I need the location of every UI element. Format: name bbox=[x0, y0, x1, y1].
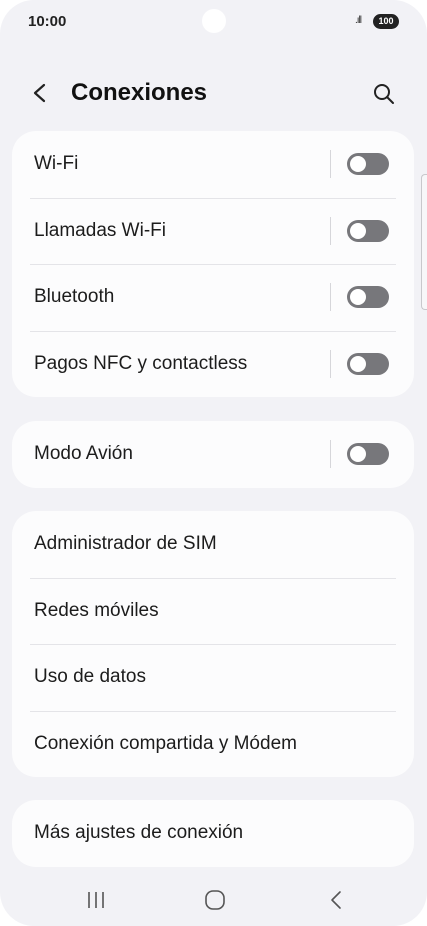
list-item-label: Pagos NFC y contactless bbox=[34, 352, 248, 374]
list-item-nfc[interactable]: Pagos NFC y contactless bbox=[12, 330, 414, 398]
toggle-knob bbox=[350, 446, 366, 463]
nav-back-button[interactable] bbox=[315, 882, 355, 916]
home-icon bbox=[205, 890, 225, 910]
page-title: Conexiones bbox=[71, 79, 208, 106]
row-divider bbox=[330, 349, 331, 378]
search-button[interactable] bbox=[366, 76, 402, 112]
list-item-label: Modo Avión bbox=[34, 443, 133, 465]
search-icon bbox=[374, 84, 394, 104]
phone-screen: 10:00 .ıll 100 Conexiones Wi-Fi Llamadas… bbox=[0, 0, 427, 926]
wifi-toggle[interactable] bbox=[347, 153, 389, 176]
status-time: 10:00 bbox=[28, 13, 67, 30]
list-item-label: Uso de datos bbox=[34, 666, 146, 688]
nfc-toggle[interactable] bbox=[347, 352, 389, 375]
app-header: Conexiones bbox=[0, 70, 427, 116]
navigation-bar bbox=[0, 872, 427, 926]
status-bar: 10:00 .ıll 100 bbox=[0, 0, 427, 44]
list-item-airplane-mode[interactable]: Modo Avión bbox=[12, 421, 414, 488]
toggle-knob bbox=[350, 355, 366, 372]
list-item-label: Conexión compartida y Módem bbox=[34, 732, 297, 754]
list-item-label: Bluetooth bbox=[34, 286, 115, 308]
row-divider bbox=[330, 150, 331, 179]
list-item-sim-manager[interactable]: Administrador de SIM bbox=[12, 511, 414, 578]
row-divider bbox=[330, 283, 331, 312]
row-divider bbox=[330, 216, 331, 245]
list-item-label: Más ajustes de conexión bbox=[34, 822, 244, 844]
settings-card-wireless: Wi-Fi Llamadas Wi-Fi Bluetooth Pagos NFC… bbox=[12, 131, 414, 397]
wifi-calling-toggle[interactable] bbox=[347, 219, 389, 242]
toggle-knob bbox=[350, 156, 366, 173]
list-item-more-connection-settings[interactable]: Más ajustes de conexión bbox=[12, 800, 414, 867]
list-item-label: Redes móviles bbox=[34, 599, 159, 621]
list-item-label: Administrador de SIM bbox=[34, 533, 217, 555]
toggle-knob bbox=[350, 289, 366, 306]
list-item-label: Llamadas Wi-Fi bbox=[34, 219, 166, 241]
scrollbar[interactable] bbox=[421, 174, 427, 310]
list-item-bluetooth[interactable]: Bluetooth bbox=[12, 264, 414, 331]
settings-card-airplane: Modo Avión bbox=[12, 421, 414, 488]
back-button[interactable] bbox=[26, 74, 56, 112]
camera-cutout bbox=[202, 9, 226, 33]
settings-card-mobile: Administrador de SIM Redes móviles Uso d… bbox=[12, 511, 414, 777]
battery-icon: 100 bbox=[373, 14, 399, 29]
list-item-label: Wi-Fi bbox=[34, 153, 79, 175]
list-item-mobile-networks[interactable]: Redes móviles bbox=[12, 577, 414, 645]
row-divider bbox=[330, 440, 331, 469]
chevron-left-icon bbox=[33, 83, 46, 103]
back-icon bbox=[331, 891, 341, 909]
settings-card-more: Más ajustes de conexión bbox=[12, 800, 414, 867]
list-item-wifi[interactable]: Wi-Fi bbox=[12, 131, 414, 198]
signal-icon: .ıll bbox=[355, 15, 362, 26]
airplane-mode-toggle[interactable] bbox=[347, 443, 389, 466]
toggle-knob bbox=[350, 222, 366, 239]
list-item-data-usage[interactable]: Uso de datos bbox=[12, 644, 414, 711]
list-item-hotspot-tethering[interactable]: Conexión compartida y Módem bbox=[12, 710, 414, 778]
list-item-wifi-calling[interactable]: Llamadas Wi-Fi bbox=[12, 197, 414, 265]
bluetooth-toggle[interactable] bbox=[347, 286, 389, 309]
recents-icon bbox=[88, 892, 104, 908]
nav-recents-button[interactable] bbox=[76, 882, 116, 916]
nav-home-button[interactable] bbox=[195, 882, 235, 916]
